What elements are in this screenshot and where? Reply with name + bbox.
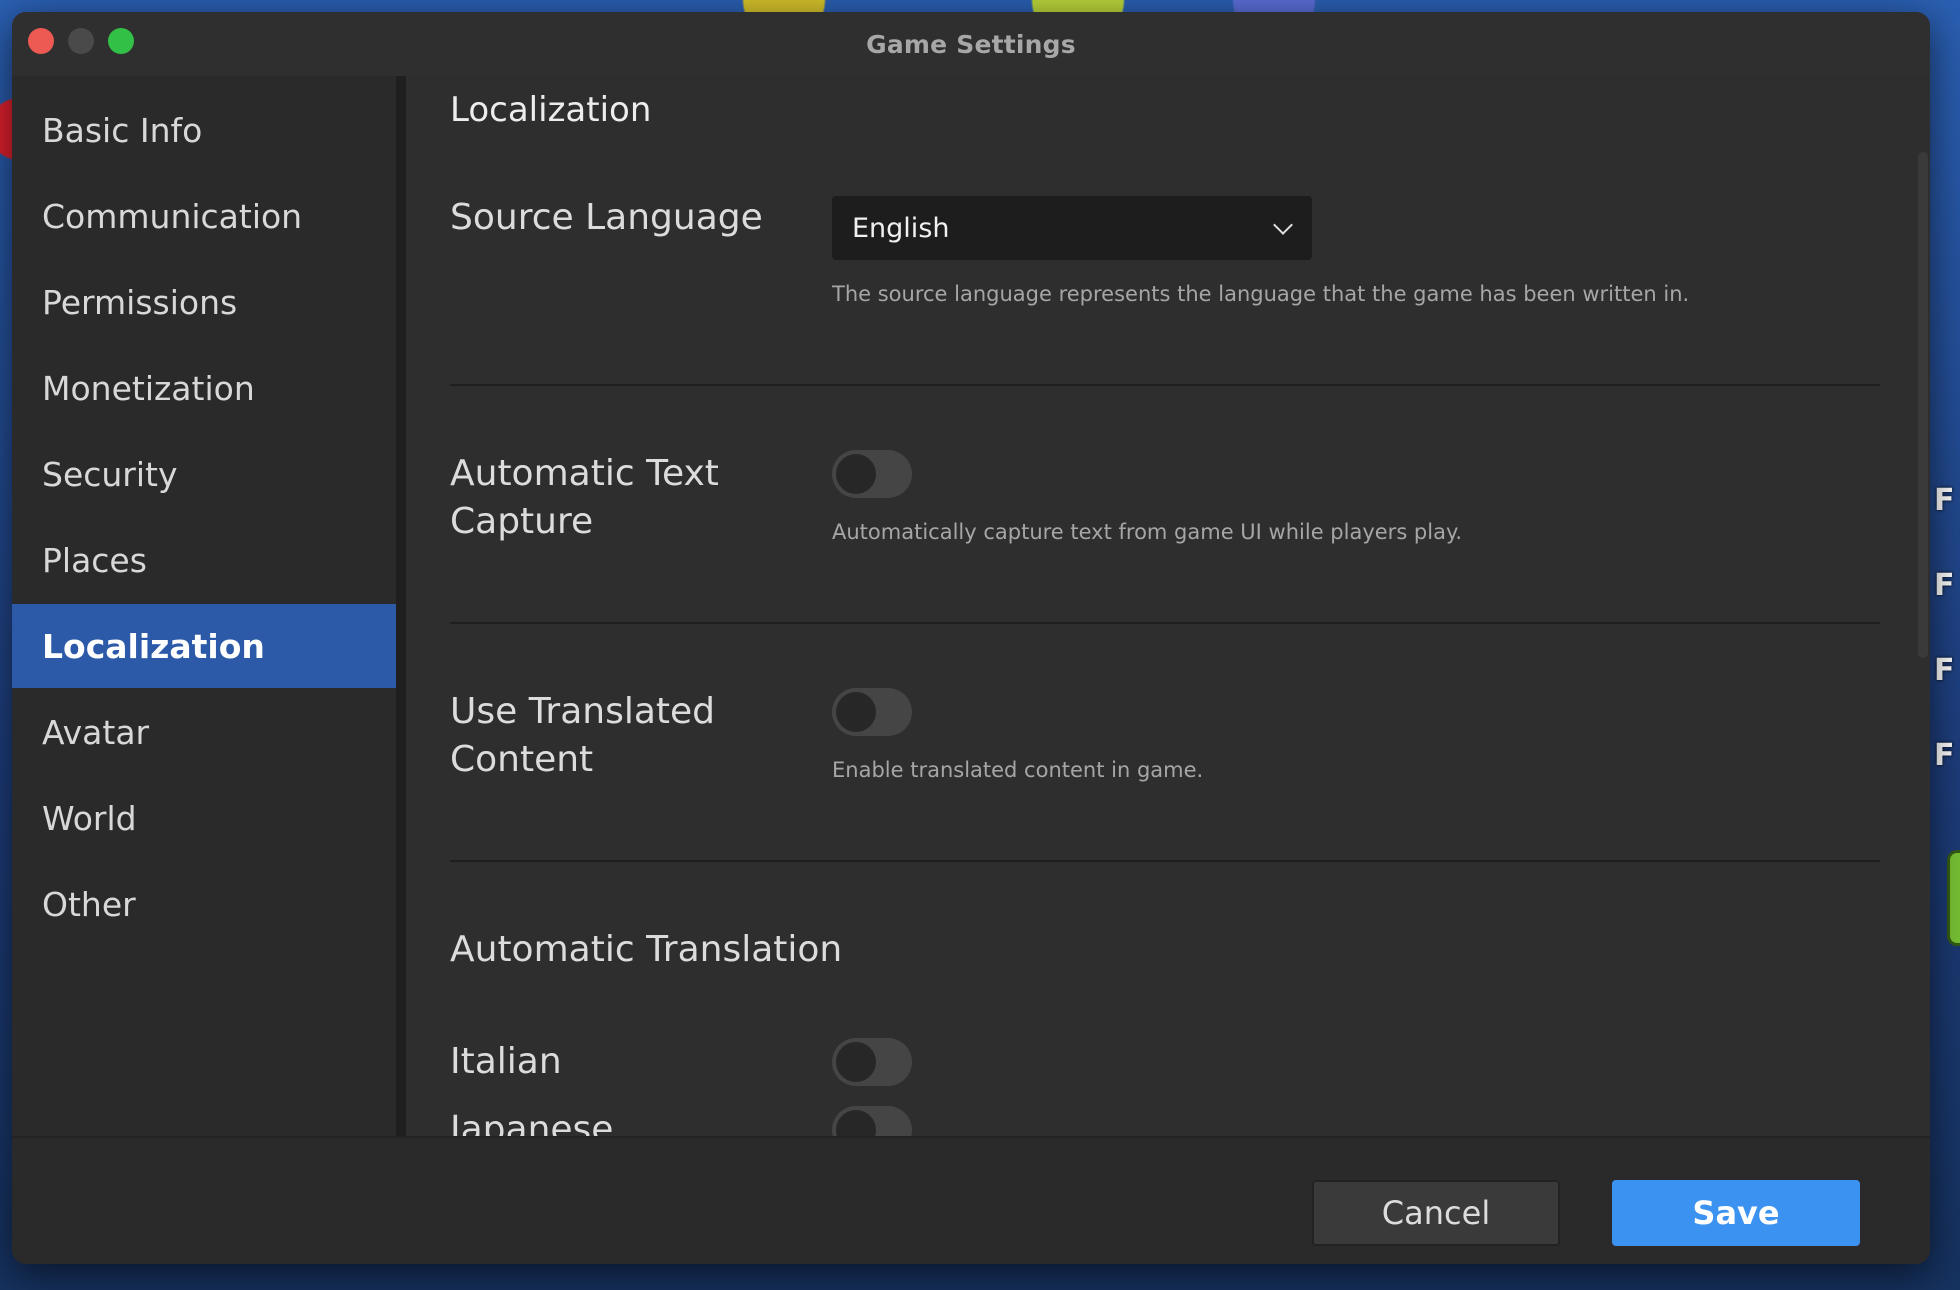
sidebar-item-avatar[interactable]: Avatar [12,690,396,774]
language-label-italian: Italian [450,1041,562,1082]
source-language-label: Source Language [450,197,763,238]
page-title: Localization [450,90,652,130]
automatic-text-capture-toggle[interactable] [832,450,912,498]
sidebar-divider [396,76,406,1136]
use-translated-content-help: Enable translated content in game. [832,758,1204,782]
use-translated-content-label: Use Translated Content [450,691,716,780]
sidebar-item-permissions[interactable]: Permissions [12,260,396,344]
language-label-japanese: Japanese [450,1109,614,1136]
sidebar-item-places[interactable]: Places [12,518,396,602]
automatic-text-capture-help: Automatically capture text from game UI … [832,520,1463,544]
toggle-knob [836,454,876,494]
cancel-button[interactable]: Cancel [1312,1180,1560,1246]
sidebar-item-world[interactable]: World [12,776,396,860]
settings-content: Localization Source Language English The… [406,76,1916,1136]
italian-translation-toggle[interactable] [832,1038,912,1086]
toggle-knob [836,692,876,732]
sidebar-item-security[interactable]: Security [12,432,396,516]
toggle-knob [836,1042,876,1082]
sidebar-item-monetization[interactable]: Monetization [12,346,396,430]
section-divider [450,622,1880,624]
source-language-value: English [852,212,950,244]
sidebar-item-communication[interactable]: Communication [12,174,396,258]
automatic-translation-title: Automatic Translation [450,929,843,970]
automatic-text-capture-label: Automatic Text Capture [450,453,719,542]
use-translated-content-toggle[interactable] [832,688,912,736]
sidebar-item-localization[interactable]: Localization [12,604,396,688]
section-divider [450,860,1880,862]
japanese-translation-toggle[interactable] [832,1106,912,1136]
section-divider [450,384,1880,386]
dialog-footer: Cancel Save [12,1136,1930,1264]
game-settings-window: Game Settings Basic Info Communication P… [12,12,1930,1264]
sidebar-item-other[interactable]: Other [12,862,396,946]
source-language-help: The source language represents the langu… [832,282,1690,306]
content-scrollbar[interactable] [1916,76,1930,1136]
scrollbar-thumb[interactable] [1918,152,1928,658]
toggle-knob [836,1110,876,1136]
title-bar: Game Settings [12,12,1930,76]
source-language-dropdown[interactable]: English [832,196,1312,260]
desktop-background-glyphs: FFFF [1934,483,1955,773]
save-button[interactable]: Save [1612,1180,1860,1246]
window-title: Game Settings [866,30,1076,59]
sidebar-item-basic-info[interactable]: Basic Info [12,88,396,172]
desktop-background-tab [1947,850,1960,946]
settings-sidebar: Basic Info Communication Permissions Mon… [12,76,396,1136]
chevron-down-icon [1273,215,1293,235]
